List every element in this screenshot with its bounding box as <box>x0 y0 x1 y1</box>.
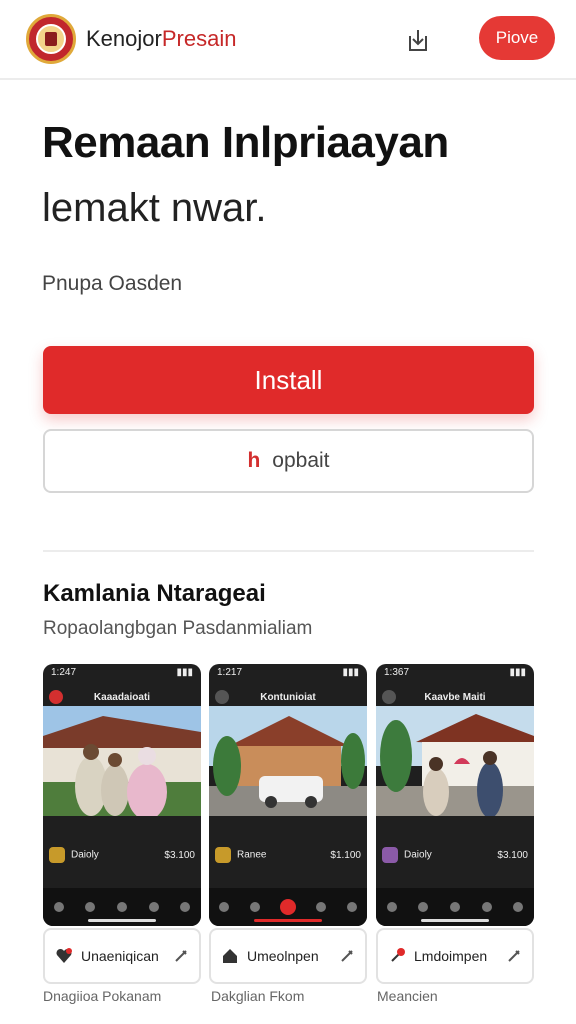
tool-icon <box>508 950 520 962</box>
screenshot-carousel[interactable]: 1:247 ▮▮▮ Kaaadaioati Daioly $3.100 1:21… <box>43 664 534 926</box>
screenshot-2[interactable]: 1:217 ▮▮▮ Kontunioiat Ranee $1.100 <box>209 664 367 926</box>
screenshot-header-text: Kontunioiat <box>260 691 316 703</box>
record-icon <box>279 899 296 915</box>
status-bar: 1:367 ▮▮▮ <box>376 664 534 682</box>
pin-icon <box>391 948 405 962</box>
grid-icon <box>449 902 460 912</box>
status-bar: 1:217 ▮▮▮ <box>209 664 367 682</box>
screenshot-1[interactable]: 1:247 ▮▮▮ Kaaadaioati Daioly $3.100 <box>43 664 201 926</box>
secondary-button[interactable]: h opbait <box>43 429 534 493</box>
caption-3: Meancien <box>377 988 438 1004</box>
status-bar: 1:247 ▮▮▮ <box>43 664 201 682</box>
section-subtitle: Ropaolangbgan Pasdanmialiam <box>43 618 313 639</box>
share-button[interactable] <box>400 22 436 58</box>
divider <box>43 550 534 552</box>
back-icon <box>215 690 229 704</box>
app-icon <box>49 690 63 704</box>
status-time: 1:247 <box>51 667 77 678</box>
price-value: $3.100 <box>497 849 528 861</box>
chip-label: Lmdoimpen <box>414 948 488 964</box>
app-subtitle: lemakt nwar. <box>42 186 267 230</box>
chip-2[interactable]: Umeolnpen <box>209 928 367 984</box>
secondary-mark: h <box>247 449 261 472</box>
screenshot-3[interactable]: 1:367 ▮▮▮ Kaavbe Maiti Daioly $3.100 <box>376 664 534 926</box>
brand-name: KenojorPresain <box>86 26 236 52</box>
grid-icon <box>116 902 127 912</box>
logo-emblem <box>36 24 66 54</box>
pill-button[interactable]: Piove <box>479 16 555 60</box>
brand-main: Kenojor <box>86 26 162 51</box>
signal-icon: ▮▮▮ <box>509 667 526 678</box>
screenshot-header-text: Kaavbe Maiti <box>424 691 486 703</box>
caption-2: Dakglian Fkom <box>211 988 305 1004</box>
caption-1: Dnagiioa Pokanam <box>43 988 162 1004</box>
install-button[interactable]: Install <box>43 346 534 414</box>
home-icon <box>249 902 260 912</box>
chip-1[interactable]: Unaeniqican <box>43 928 201 984</box>
profile-icon <box>346 902 357 912</box>
price-title: Ranee <box>237 849 267 861</box>
home-indicator <box>88 919 156 922</box>
share-download-icon <box>409 30 427 51</box>
app-title: Remaan Inlpriaayan <box>42 118 449 167</box>
avatar <box>53 902 64 912</box>
status-time: 1:367 <box>384 667 410 678</box>
status-time: 1:217 <box>217 667 243 678</box>
logo-core <box>45 32 57 46</box>
item-thumbnail <box>215 847 231 863</box>
avatar <box>386 902 397 912</box>
heart-icon <box>56 948 72 963</box>
chip-label: Umeolnpen <box>247 948 319 964</box>
home-icon <box>418 902 429 912</box>
section-title: Kamlania Ntarageai <box>43 580 266 607</box>
feature-chips: Unaeniqican Umeolnpen Lmdoimpen <box>43 928 534 986</box>
chip-3[interactable]: Lmdoimpen <box>376 928 534 984</box>
secondary-label: opbait <box>272 449 330 472</box>
search-icon <box>316 902 327 912</box>
price-row: Daioly $3.100 <box>49 846 195 864</box>
profile-icon <box>513 902 524 912</box>
search-icon <box>481 902 492 912</box>
back-icon <box>382 690 396 704</box>
price-row: Ranee $1.100 <box>215 846 361 864</box>
app-logo[interactable] <box>26 14 76 64</box>
home-indicator <box>421 919 489 922</box>
home-icon <box>223 949 237 963</box>
house-photo <box>209 706 367 816</box>
brand-accent: Presain <box>161 26 237 51</box>
home-icon <box>85 902 96 912</box>
price-value: $3.100 <box>164 849 195 861</box>
chip-captions: Dnagiioa Pokanam Dakglian Fkom Meancien <box>43 988 534 1008</box>
tool-icon <box>341 950 353 962</box>
chip-label: Unaeniqican <box>81 948 159 964</box>
avatar <box>219 902 230 912</box>
item-thumbnail <box>49 847 65 863</box>
price-title: Daioly <box>404 849 432 861</box>
family-photo <box>43 706 201 816</box>
search-icon <box>148 902 159 912</box>
signal-icon: ▮▮▮ <box>342 667 359 678</box>
villa-photo <box>376 706 534 816</box>
tool-icon <box>175 950 187 962</box>
price-value: $1.100 <box>330 849 361 861</box>
profile-icon <box>180 902 191 912</box>
developer-name[interactable]: Pnupa Oasden <box>42 272 182 296</box>
price-row: Daioly $3.100 <box>382 846 528 864</box>
home-indicator <box>254 919 322 922</box>
top-bar: KenojorPresain Piove <box>0 0 576 80</box>
signal-icon: ▮▮▮ <box>176 667 193 678</box>
price-title: Daioly <box>71 849 99 861</box>
item-thumbnail <box>382 847 398 863</box>
screenshot-header-text: Kaaadaioati <box>93 691 151 703</box>
